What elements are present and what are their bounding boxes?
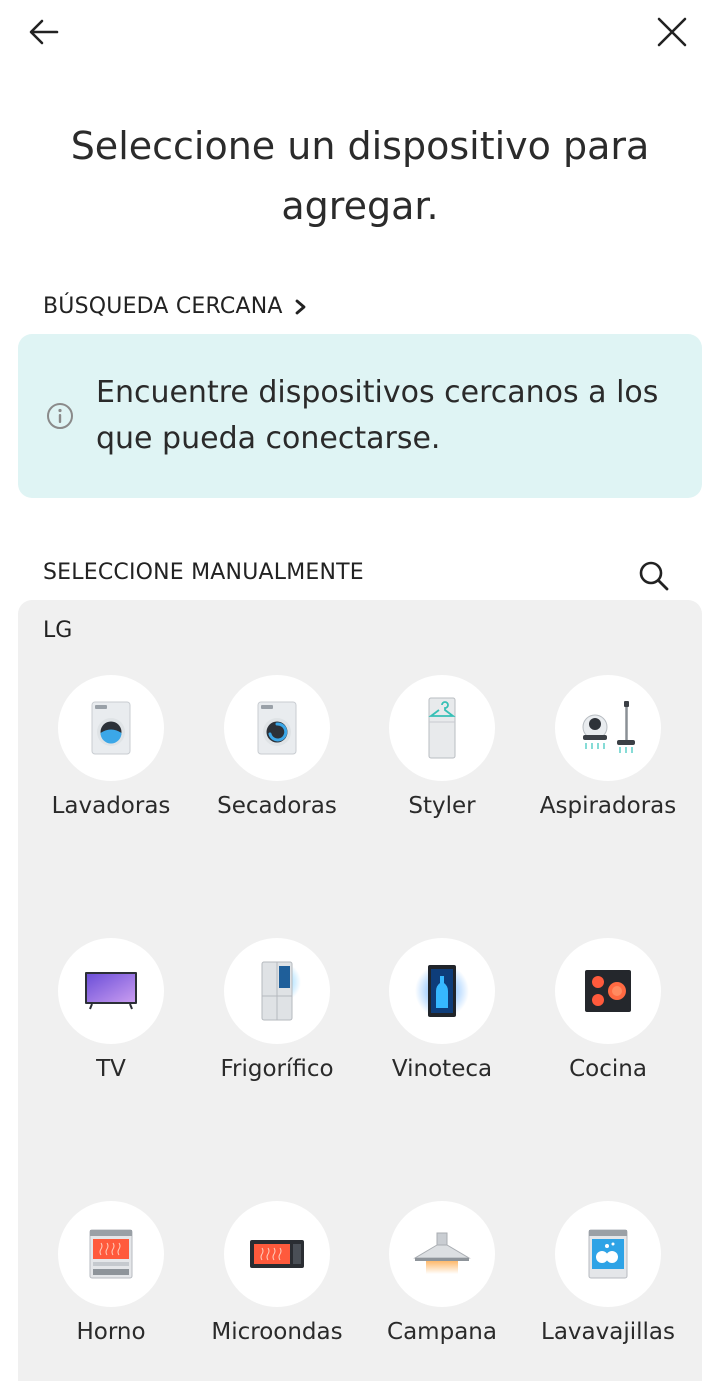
device-wine-cellar[interactable]: Vinoteca	[359, 863, 525, 1082]
device-label: Campana	[387, 1319, 497, 1345]
oven-icon	[89, 1229, 133, 1279]
top-bar	[0, 0, 720, 64]
device-label: Lavavajillas	[541, 1319, 675, 1345]
search-icon	[639, 561, 669, 591]
device-cooktop[interactable]: Cocina	[525, 863, 691, 1082]
styler-icon	[428, 697, 456, 759]
search-button[interactable]	[634, 556, 674, 596]
device-vacuum[interactable]: Aspiradoras	[525, 600, 691, 819]
nearby-info-card: Encuentre dispositivos cercanos a los qu…	[18, 334, 702, 498]
refrigerator-icon	[261, 961, 301, 1021]
wine-cellar-icon	[415, 964, 469, 1018]
device-panel: LG Lavadoras Secadoras Styler Aspiradora…	[18, 600, 702, 1381]
dryer-icon	[257, 701, 297, 755]
device-refrigerator[interactable]: Frigorífico	[194, 863, 360, 1082]
device-oven[interactable]: Horno	[28, 1126, 194, 1345]
microwave-icon	[250, 1240, 304, 1268]
device-label: Microondas	[211, 1319, 343, 1345]
cooktop-icon	[585, 970, 631, 1012]
device-label: Vinoteca	[391, 1056, 493, 1082]
washer-icon	[91, 701, 131, 755]
device-washer[interactable]: Lavadoras	[28, 600, 194, 819]
device-tv[interactable]: TV	[28, 863, 194, 1082]
device-dishwasher[interactable]: Lavavajillas	[525, 1126, 691, 1345]
device-label: Frigorífico	[220, 1056, 334, 1082]
device-label: Aspiradoras	[539, 793, 677, 819]
chevron-right-icon	[295, 299, 307, 315]
vacuum-icon	[582, 701, 635, 753]
device-label: TV	[96, 1056, 126, 1082]
device-styler[interactable]: Styler	[359, 600, 525, 819]
arrow-left-icon	[29, 19, 59, 45]
device-range-hood[interactable]: Campana	[359, 1126, 525, 1345]
info-icon	[47, 403, 73, 429]
nearby-info-text: Encuentre dispositivos cercanos a los qu…	[96, 375, 659, 456]
back-button[interactable]	[22, 12, 66, 52]
device-label: Lavadoras	[51, 793, 171, 819]
device-label: Secadoras	[217, 793, 337, 819]
close-button[interactable]	[650, 10, 694, 54]
device-label: Cocina	[569, 1056, 647, 1082]
manual-selection-heading: SELECCIONE MANUALMENTE	[43, 560, 364, 585]
range-hood-icon	[413, 1232, 471, 1274]
device-microwave[interactable]: Microondas	[194, 1126, 360, 1345]
nearby-search-link[interactable]: BÚSQUEDA CERCANA	[43, 294, 307, 319]
device-dryer[interactable]: Secadoras	[194, 600, 360, 819]
nearby-search-heading: BÚSQUEDA CERCANA	[43, 294, 283, 319]
tv-icon	[85, 972, 137, 1010]
device-label: Horno	[76, 1319, 146, 1345]
dishwasher-icon	[588, 1229, 628, 1279]
close-icon	[657, 17, 687, 47]
page-title: Seleccione un dispositivo para agregar.	[70, 124, 650, 228]
device-label: Styler	[408, 793, 476, 819]
